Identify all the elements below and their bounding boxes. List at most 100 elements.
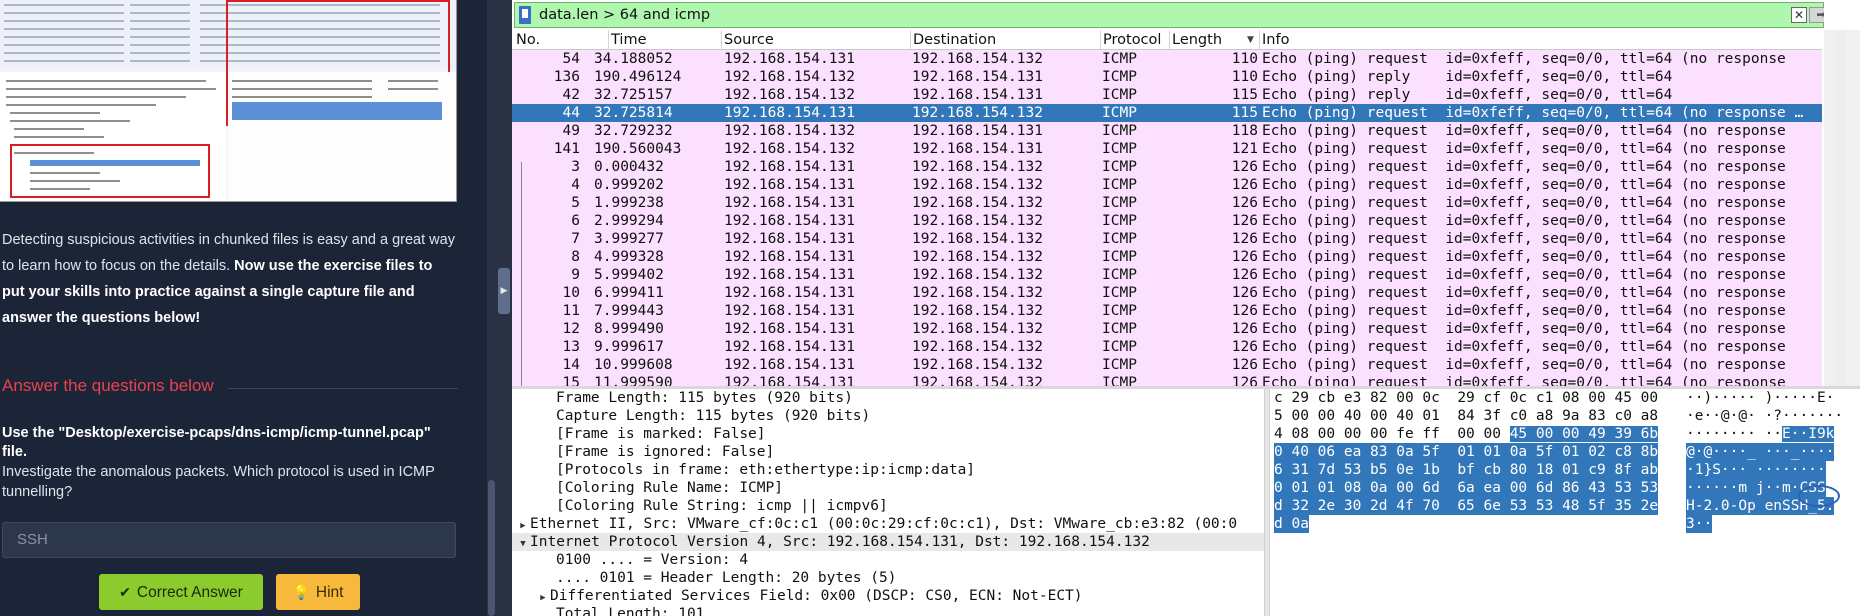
packet-cell-time: 7.999443 (594, 303, 664, 319)
answer-field[interactable]: SSH (2, 522, 456, 558)
packet-cell-no: 6 (571, 213, 580, 229)
packet-row[interactable]: 44 32.725814 192.168.154.131 192.168.154.13… (512, 104, 1822, 122)
packet-row[interactable]: 10 6.999411 192.168.154.131 192.168.154.132… (512, 284, 1822, 302)
packet-cell-dst: 192.168.154.132 (912, 303, 1043, 319)
packet-cell-src: 192.168.154.131 (724, 195, 855, 211)
detail-line-ethernet[interactable]: ▶ Ethernet II, Src: VMware_cf:0c:c1 (00:0… (516, 515, 1237, 533)
packet-cell-dst: 192.168.154.132 (912, 51, 1043, 67)
hex-bytes-part: 4 08 00 00 00 fe ff 00 00 (1274, 426, 1510, 442)
packet-row[interactable]: 49 32.729232 192.168.154.132 192.168.154.13… (512, 122, 1822, 140)
packet-cell-src: 192.168.154.131 (724, 231, 855, 247)
packet-cell-proto: ICMP (1102, 339, 1137, 355)
detail-line[interactable]: [Coloring Rule Name: ICMP] (556, 479, 783, 497)
packet-list[interactable]: 54 34.188052 192.168.154.131 192.168.154.13… (512, 50, 1822, 386)
instructions-paragraph: Detecting suspicious activities in chunk… (2, 227, 458, 331)
packet-cell-info: Echo (ping) request id=0xfeff, seq=0/0, … (1262, 105, 1804, 121)
packet-cell-no: 49 (562, 123, 580, 139)
detail-line-ipv4[interactable]: ▼ Internet Protocol Version 4, Src: 192.1… (512, 533, 1264, 551)
packet-cell-proto: ICMP (1102, 105, 1137, 121)
packet-row[interactable]: 4 0.999202 192.168.154.131 192.168.154.132 I… (512, 176, 1822, 194)
task-panel-scrollbar[interactable] (487, 0, 496, 616)
packet-cell-info: Echo (ping) reply id=0xfeff, seq=0/0, tt… (1262, 87, 1673, 103)
packet-cell-proto: ICMP (1102, 357, 1137, 373)
packet-cell-len: 126 (1231, 357, 1258, 373)
column-source[interactable]: Source (721, 30, 774, 50)
correct-answer-button[interactable]: ✔ Correct Answer (99, 574, 263, 610)
detail-line-dsfield[interactable]: ▶ Differentiated Services Field: 0x00 (DS… (536, 587, 1082, 607)
wireshark-window: data.len > 64 and icmp ✕ ➡ ▼ No. Time So… (512, 0, 1860, 616)
split-gutter[interactable]: ▶ (496, 0, 512, 616)
column-no[interactable]: No. (514, 30, 540, 50)
packet-row[interactable]: 42 32.725157 192.168.154.132 192.168.154.13… (512, 86, 1822, 104)
packet-cell-len: 126 (1231, 195, 1258, 211)
detail-line[interactable]: [Coloring Rule String: icmp || icmpv6] (556, 497, 888, 515)
packet-cell-info: Echo (ping) request id=0xfeff, seq=0/0, … (1262, 267, 1786, 283)
packet-row[interactable]: 7 3.999277 192.168.154.131 192.168.154.132 I… (512, 230, 1822, 248)
packet-row[interactable]: 9 5.999402 192.168.154.131 192.168.154.132 I… (512, 266, 1822, 284)
detail-line[interactable]: Total Length: 101 (556, 605, 704, 616)
clear-filter-icon[interactable]: ✕ (1791, 7, 1807, 23)
packet-cell-dst: 192.168.154.131 (912, 87, 1043, 103)
packet-cell-time: 6.999411 (594, 285, 664, 301)
packet-row[interactable]: 12 8.999490 192.168.154.131 192.168.154.132… (512, 320, 1822, 338)
display-filter-input[interactable]: data.len > 64 and icmp (539, 3, 710, 27)
packet-row[interactable]: 136 190.496124 192.168.154.132 192.168.154.… (512, 68, 1822, 86)
packet-cell-no: 136 (553, 69, 580, 85)
detail-line[interactable]: [Frame is ignored: False] (556, 443, 774, 461)
packet-list-scrollbar[interactable] (1824, 30, 1860, 386)
detail-line[interactable]: 0100 .... = Version: 4 (556, 551, 748, 569)
packet-cell-no: 10 (562, 285, 580, 301)
column-destination[interactable]: Destination (910, 30, 996, 50)
detail-line[interactable]: Capture Length: 115 bytes (920 bits) (556, 407, 870, 425)
packet-row[interactable]: 15 11.999590 192.168.154.131 192.168.154.13… (512, 374, 1822, 386)
packet-bytes-pane[interactable]: c 29 cb e3 82 00 0c 29 cf 0c c1 08 00 45… (1270, 389, 1860, 616)
column-protocol[interactable]: Protocol (1100, 30, 1161, 50)
packet-row[interactable]: 3 0.000432 192.168.154.131 192.168.154.132 I… (512, 158, 1822, 176)
lightbulb-icon: 💡 (292, 584, 310, 600)
detail-line[interactable]: [Protocols in frame: eth:ethertype:ip:ic… (556, 461, 975, 479)
packet-cell-len: 118 (1231, 123, 1258, 139)
hint-button[interactable]: 💡 Hint (276, 574, 360, 610)
detail-line[interactable]: Frame Length: 115 bytes (920 bits) (556, 389, 853, 407)
packet-cell-time: 3.999277 (594, 231, 664, 247)
packet-cell-src: 192.168.154.131 (724, 213, 855, 229)
packet-cell-info: Echo (ping) request id=0xfeff, seq=0/0, … (1262, 51, 1786, 67)
column-info[interactable]: Info (1259, 30, 1289, 50)
packet-cell-src: 192.168.154.132 (724, 141, 855, 157)
hex-ascii-part: ········ ·· (1686, 426, 1783, 442)
detail-line[interactable]: [Frame is marked: False] (556, 425, 766, 443)
question-title: Use the "Desktop/exercise-pcaps/dns-icmp… (2, 425, 431, 460)
display-filter-bar[interactable]: data.len > 64 and icmp ✕ ➡ ▼ (514, 2, 1840, 28)
packet-cell-time: 11.999590 (594, 375, 673, 386)
packet-cell-info: Echo (ping) request id=0xfeff, seq=0/0, … (1262, 123, 1786, 139)
packet-row[interactable]: 13 9.999617 192.168.154.131 192.168.154.132… (512, 338, 1822, 356)
bookmark-icon[interactable] (519, 6, 531, 24)
packet-cell-len: 126 (1231, 339, 1258, 355)
packet-details-pane[interactable]: Frame Length: 115 bytes (920 bits) Captu… (512, 389, 1264, 616)
packet-cell-proto: ICMP (1102, 123, 1137, 139)
column-length[interactable]: Length (1169, 30, 1222, 50)
packet-cell-proto: ICMP (1102, 69, 1137, 85)
packet-row[interactable]: 14 10.999608 192.168.154.131 192.168.154.13… (512, 356, 1822, 374)
detail-line[interactable]: .... 0101 = Header Length: 20 bytes (5) (556, 569, 896, 587)
packet-row[interactable]: 54 34.188052 192.168.154.131 192.168.154.13… (512, 50, 1822, 68)
packet-row[interactable]: 6 2.999294 192.168.154.131 192.168.154.132 I… (512, 212, 1822, 230)
packet-cell-proto: ICMP (1102, 321, 1137, 337)
packet-cell-len: 115 (1231, 105, 1258, 121)
packet-cell-len: 126 (1231, 375, 1258, 386)
packet-row[interactable]: 11 7.999443 192.168.154.131 192.168.154.132… (512, 302, 1822, 320)
collapse-arrow-icon[interactable]: ▼ (516, 535, 530, 553)
packet-cell-info: Echo (ping) request id=0xfeff, seq=0/0, … (1262, 213, 1786, 229)
packet-row[interactable]: 5 1.999238 192.168.154.131 192.168.154.132 I… (512, 194, 1822, 212)
packet-row[interactable]: 141 190.560043 192.168.154.132 192.168.154.… (512, 140, 1822, 158)
packet-cell-src: 192.168.154.131 (724, 267, 855, 283)
expand-arrow-icon[interactable]: ▶ (536, 589, 550, 607)
packet-cell-info: Echo (ping) request id=0xfeff, seq=0/0, … (1262, 159, 1786, 175)
detail-ipv4-text: Internet Protocol Version 4, Src: 192.16… (530, 534, 1150, 550)
column-time[interactable]: Time (608, 30, 647, 50)
packet-cell-len: 126 (1231, 159, 1258, 175)
packet-cell-len: 110 (1231, 51, 1258, 67)
packet-cell-no: 12 (562, 321, 580, 337)
packet-row[interactable]: 8 4.999328 192.168.154.131 192.168.154.132 I… (512, 248, 1822, 266)
expand-handle-icon[interactable]: ▶ (498, 268, 510, 314)
